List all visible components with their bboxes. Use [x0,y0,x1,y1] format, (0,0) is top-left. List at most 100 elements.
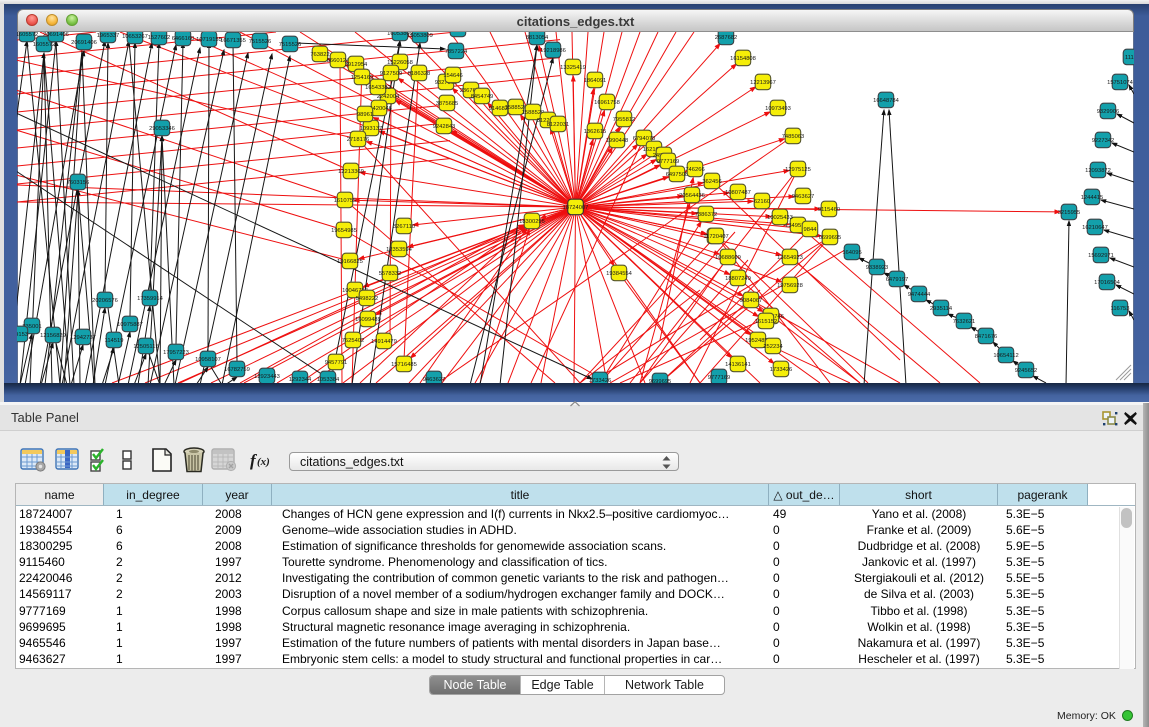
svg-text:9474444: 9474444 [908,292,931,298]
svg-text:1053384: 1053384 [317,377,340,383]
svg-text:20691406: 20691406 [71,40,97,46]
svg-text:10688609: 10688609 [715,255,741,261]
svg-text:39153: 39153 [17,332,28,338]
svg-text:7857224: 7857224 [447,32,470,33]
svg-text:13325419: 13325419 [560,65,586,71]
svg-text:7485063: 7485063 [782,134,805,140]
svg-text:16648784: 16648784 [873,98,900,104]
svg-text:362456: 362456 [702,179,721,185]
svg-text:5498222: 5498222 [356,296,379,302]
svg-text:10719155: 10719155 [196,37,222,43]
svg-text:16099489: 16099489 [355,317,381,323]
svg-text:12093872: 12093872 [1085,168,1111,174]
svg-text:252234: 252234 [763,344,783,350]
svg-text:13654923: 13654923 [777,255,803,261]
svg-text:10653267: 10653267 [122,34,148,40]
svg-text:20691406: 20691406 [43,32,69,38]
svg-text:17359914: 17359914 [137,296,164,302]
svg-text:1733426: 1733426 [770,367,793,373]
svg-text:16053809: 16053809 [407,33,433,39]
svg-text:11720407: 11720407 [703,234,728,240]
svg-text:1292344: 1292344 [289,377,312,383]
svg-text:12156829: 12156829 [40,333,66,339]
svg-text:114519: 114519 [105,338,124,344]
svg-text:12353594: 12353594 [386,247,413,253]
svg-text:10975887: 10975887 [117,322,143,328]
svg-text:12923443: 12923443 [254,374,280,380]
svg-text:9227342: 9227342 [1092,138,1115,144]
svg-text:16782759: 16782759 [224,367,250,373]
svg-text:12213967: 12213967 [750,80,776,86]
svg-text:9699695: 9699695 [649,379,672,383]
svg-text:16543382: 16543382 [365,85,391,91]
svg-text:3875685: 3875685 [436,101,459,107]
svg-text:18724007: 18724007 [563,205,589,211]
svg-text:7955812: 7955812 [613,117,636,123]
svg-text:1965337: 1965337 [97,33,120,39]
svg-text:12975125: 12975125 [785,167,811,173]
svg-text:7386372: 7386372 [695,212,718,218]
svg-text:3215955: 3215955 [1058,210,1081,216]
svg-text:1605572: 1605572 [33,42,56,48]
svg-text:1615152: 1615152 [755,319,778,325]
svg-text:9084067: 9084067 [740,298,763,304]
svg-text:9463627: 9463627 [792,194,815,200]
svg-text:9115460: 9115460 [818,207,840,213]
svg-text:3267110: 3267110 [393,224,415,230]
svg-text:1362615: 1362615 [584,129,607,135]
svg-text:8454749: 8454749 [471,94,494,100]
svg-text:20564436: 20564436 [679,193,705,199]
svg-text:9777169: 9777169 [708,375,731,381]
svg-text:8186328: 8186328 [408,71,431,77]
svg-text:15692971: 15692971 [1088,253,1114,259]
svg-text:116753: 116753 [1111,306,1130,312]
svg-text:746266: 746266 [685,167,704,173]
svg-text:154646: 154646 [443,73,462,79]
svg-text:18807249: 18807249 [725,276,751,282]
svg-text:9457791: 9457791 [325,360,348,366]
svg-text:0699695: 0699695 [819,235,842,241]
svg-text:1990448: 1990448 [606,138,629,144]
svg-text:1605572: 1605572 [17,32,38,38]
svg-text:1112: 1112 [1125,55,1134,61]
svg-text:18300295: 18300295 [519,219,545,225]
svg-text:9329906: 9329906 [1097,109,1120,115]
svg-text:10807487: 10807487 [725,190,751,196]
svg-text:19384554: 19384554 [606,271,633,277]
svg-text:10958107: 10958107 [195,357,221,363]
svg-text:20206576: 20206576 [92,298,118,304]
svg-text:29053346: 29053346 [149,126,175,132]
svg-text:8122031: 8122031 [547,122,570,128]
svg-text:8471676: 8471676 [975,334,998,340]
svg-text:7515526: 7515526 [279,42,302,48]
svg-text:16961758: 16961758 [594,100,620,106]
svg-text:10654112: 10654112 [993,353,1018,359]
svg-text:19654985: 19654985 [331,228,357,234]
svg-text:19756928: 19756928 [777,283,803,289]
svg-text:1610755: 1610755 [334,198,357,204]
svg-text:1254169: 1254169 [351,75,374,81]
svg-text:5578332: 5578332 [379,271,402,277]
svg-text:1733426: 1733426 [589,378,612,383]
svg-text:98961: 98961 [357,112,373,118]
svg-text:2935114: 2935114 [930,306,953,312]
svg-text:1864091: 1864091 [584,78,607,84]
svg-text:10025433: 10025433 [767,215,793,221]
svg-text:62160: 62160 [754,199,770,205]
svg-text:14136141: 14136141 [725,362,751,368]
svg-text:6466160: 6466160 [172,36,195,42]
svg-text:1244415: 1244415 [1081,195,1104,201]
svg-text:14914479: 14914479 [371,339,397,345]
svg-text:19218986: 19218986 [540,48,566,54]
svg-text:7625402: 7625402 [342,338,365,344]
svg-text:16210647: 16210647 [1082,225,1108,231]
svg-text:7515526: 7515526 [249,39,272,45]
svg-text:15716485: 15716485 [391,362,417,368]
svg-text:9844: 9844 [804,227,818,233]
svg-text:10973493: 10973493 [765,106,791,112]
svg-text:7632621: 7632621 [953,319,976,325]
svg-text:8813054: 8813054 [526,35,549,41]
svg-text:17016504: 17016504 [1094,280,1121,286]
svg-text:6479197: 6479197 [886,277,909,283]
svg-text:7603156: 7603156 [67,180,90,186]
